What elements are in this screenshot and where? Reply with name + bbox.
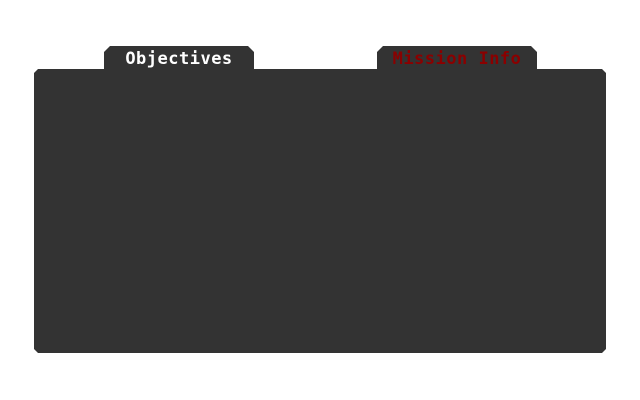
tab-objectives-label: Objectives: [125, 49, 233, 69]
tab-content-panel: [34, 69, 606, 353]
objectives-content: [46, 81, 594, 341]
tab-mission-info[interactable]: Mission Info: [377, 46, 537, 72]
tab-objectives[interactable]: Objectives: [104, 46, 254, 72]
tab-mission-info-label: Mission Info: [392, 49, 522, 69]
game-ui-stage: Objectives Mission Info: [0, 0, 640, 400]
